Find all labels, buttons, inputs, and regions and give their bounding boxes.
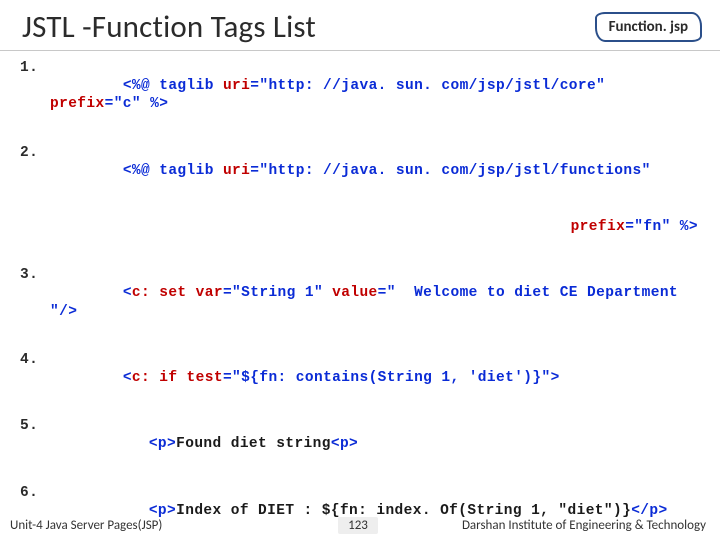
code-line: 3. <c: set var="String 1" value=" Welcom… bbox=[20, 266, 700, 339]
line-number: 3. bbox=[20, 266, 50, 284]
filename-badge: Function. jsp bbox=[595, 12, 702, 42]
code-line-wrap: prefix="fn" %> bbox=[20, 200, 700, 254]
code-line: 1. <%@ taglib uri="http: //java. sun. co… bbox=[20, 59, 700, 132]
footer: Unit-4 Java Server Pages(JSP) 123 Darsha… bbox=[0, 517, 720, 536]
line-number: 2. bbox=[20, 144, 50, 162]
footer-page: 123 bbox=[338, 517, 378, 534]
code-listing: 1. <%@ taglib uri="http: //java. sun. co… bbox=[0, 51, 720, 540]
title-row: JSTL -Function Tags List Function. jsp bbox=[0, 0, 720, 51]
line-number: 4. bbox=[20, 351, 50, 369]
line-number: 1. bbox=[20, 59, 50, 77]
line-number: 6. bbox=[20, 484, 50, 502]
code-line: 4. <c: if test="${fn: contains(String 1,… bbox=[20, 351, 700, 405]
footer-left: Unit-4 Java Server Pages(JSP) bbox=[10, 518, 338, 533]
footer-right: Darshan Institute of Engineering & Techn… bbox=[378, 518, 706, 533]
code-line: 5. <p>Found diet string<p> bbox=[20, 417, 700, 471]
line-number: 5. bbox=[20, 417, 50, 435]
code-line: 2. <%@ taglib uri="http: //java. sun. co… bbox=[20, 144, 700, 198]
slide-title: JSTL -Function Tags List bbox=[22, 8, 316, 46]
